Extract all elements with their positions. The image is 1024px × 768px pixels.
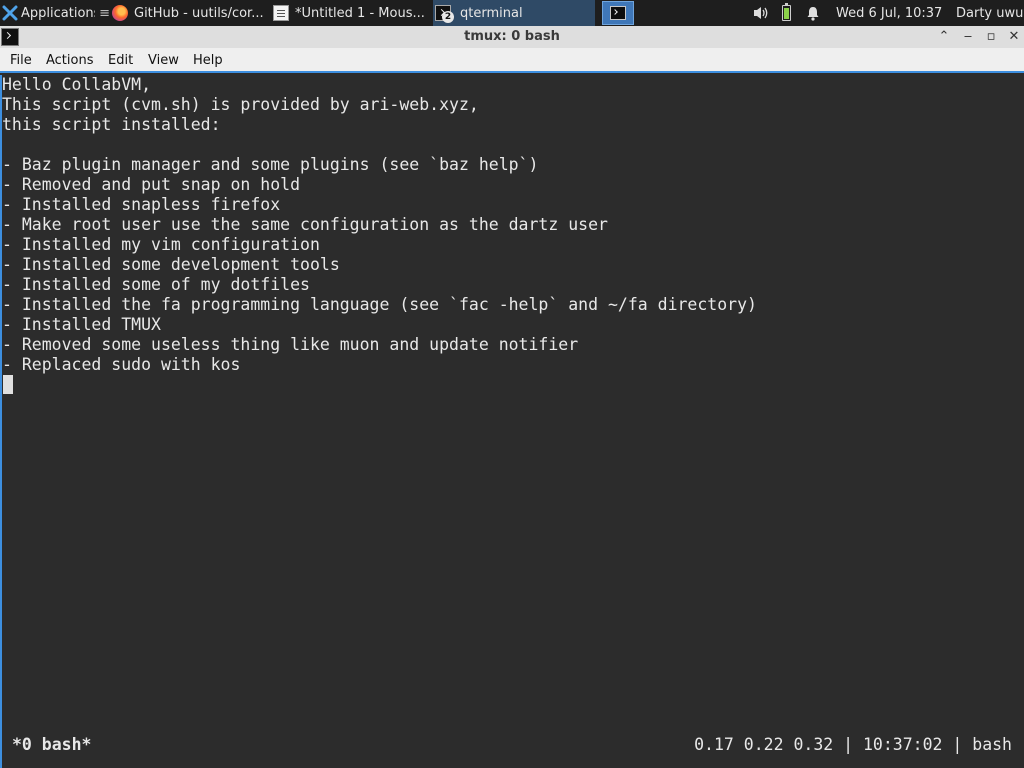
terminal-line: This script (cvm.sh) is provided by ari-… [2,95,479,114]
menu-bar: File Actions Edit View Help [0,48,1024,73]
menu-file[interactable]: File [10,48,32,73]
taskbar-item-label: *Untitled 1 - Mous... [295,5,425,21]
taskbar-item-github[interactable]: GitHub - uutils/cor... [112,0,270,26]
menu-edit[interactable]: Edit [108,48,133,73]
volume-button[interactable] [752,0,772,26]
clock-label: Wed 6 Jul, 10:37 [836,5,943,21]
bell-icon [807,6,819,21]
user-menu-button[interactable]: Darty uwu [956,0,1024,26]
clock[interactable]: Wed 6 Jul, 10:37 [836,0,948,26]
terminal-line: - Installed some of my dotfiles [2,275,310,294]
shade-button[interactable]: ⌃ [933,26,955,48]
battery-icon [782,3,791,21]
user-name: Darty uwu [956,5,1024,21]
applications-label: Applications [21,5,96,21]
window-title: tmux: 0 bash [464,29,560,44]
taskbar-item-mousepad[interactable]: *Untitled 1 - Mous... [273,0,431,26]
window-count-badge: 2 [442,11,454,23]
volume-icon [754,7,768,19]
terminal-line: Hello CollabVM, [2,75,152,94]
menu-actions[interactable]: Actions [46,48,94,73]
lxqt-logo-icon [2,5,18,21]
terminal-line: - Installed TMUX [2,315,161,334]
text-cursor [3,375,13,394]
taskbar-item-qterminal[interactable]: 2 qterminal [433,0,595,26]
firefox-icon [112,5,128,21]
top-panel: Applications ≡ GitHub - uutils/cor... *U… [0,0,1024,26]
menu-help[interactable]: Help [193,48,223,73]
window-titlebar[interactable]: tmux: 0 bash ⌃ ‒ ▫ ✕ [0,26,1024,48]
terminal-icon: 2 [435,5,454,23]
notifications-button[interactable] [806,0,822,26]
tmux-window-list[interactable]: *0 bash* [12,735,91,755]
applications-menu-button[interactable]: Applications ≡ [2,0,110,26]
terminal-line: this script installed: [2,115,221,134]
terminal-area[interactable]: Hello CollabVM, This script (cvm.sh) is … [0,75,1024,768]
show-desktop-button[interactable] [602,1,634,25]
terminal-line: - Installed my vim configuration [2,235,320,254]
terminal-line: - Replaced sudo with kos [2,355,241,374]
menu-view[interactable]: View [148,48,179,73]
terminal-line: - Make root user use the same configurat… [2,215,608,234]
minimize-button[interactable]: ‒ [957,26,979,48]
terminal-line: - Installed snapless firefox [2,195,281,214]
taskbar-item-label: qterminal [460,5,523,21]
tmux-status-right: 0.17 0.22 0.32 | 10:37:02 | bash [694,735,1012,754]
maximize-button[interactable]: ▫ [980,26,1002,48]
taskbar-item-label: GitHub - uutils/cor... [134,5,264,21]
screen: Applications ≡ GitHub - uutils/cor... *U… [0,0,1024,768]
terminal-line: - Removed and put snap on hold [2,175,301,194]
terminal-line: - Removed some useless thing like muon a… [2,335,579,354]
terminal-icon [610,6,626,20]
terminal-line: - Installed the fa programming language … [2,295,757,314]
text-editor-icon [273,5,289,21]
terminal-line: - Installed some development tools [2,255,340,274]
battery-indicator[interactable] [782,0,796,26]
menu-grid-icon: ≡ [99,5,110,21]
close-button[interactable]: ✕ [1003,26,1024,48]
terminal-line: - Baz plugin manager and some plugins (s… [2,155,539,174]
